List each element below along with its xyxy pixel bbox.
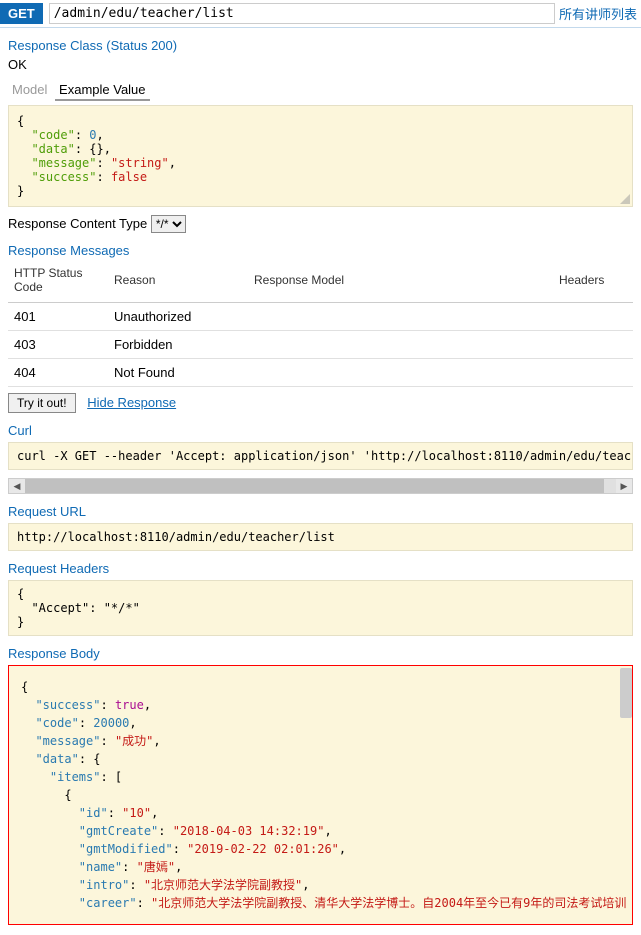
vertical-scrollbar[interactable] [620,668,632,718]
response-messages-title: Response Messages [8,243,641,258]
resize-handle-icon[interactable] [620,194,630,204]
api-summary: 所有讲师列表 [555,4,641,23]
horizontal-scrollbar[interactable]: ◀ ▶ [8,478,633,494]
curl-box[interactable]: curl -X GET --header 'Accept: applicatio… [8,442,633,470]
col-response-model: Response Model [248,262,553,303]
scroll-thumb[interactable] [25,479,604,493]
request-url-title: Request URL [8,504,641,519]
status-code: 401 [8,303,108,331]
reason-text: Unauthorized [108,303,248,331]
api-header: GET /admin/edu/teacher/list 所有讲师列表 [0,0,641,28]
table-row: 401Unauthorized [8,303,633,331]
response-body-content: { "success": true, "code": 20000, "messa… [21,678,620,912]
response-class-title: Response Class (Status 200) [8,38,641,53]
table-row: 403Forbidden [8,331,633,359]
response-body-title: Response Body [8,646,641,661]
tab-example-value[interactable]: Example Value [55,80,149,101]
hide-response-link[interactable]: Hide Response [87,395,176,410]
example-value-box[interactable]: { "code": 0, "data": {}, "message": "str… [8,105,633,207]
response-body-box[interactable]: { "success": true, "code": 20000, "messa… [8,665,633,925]
content-type-label: Response Content Type [8,216,147,231]
col-reason: Reason [108,262,248,303]
scroll-right-icon[interactable]: ▶ [616,479,632,493]
curl-title: Curl [8,423,641,438]
request-url-box[interactable]: http://localhost:8110/admin/edu/teacher/… [8,523,633,551]
table-row: 404Not Found [8,359,633,387]
response-messages-table: HTTP Status Code Reason Response Model H… [8,262,633,387]
request-headers-box[interactable]: { "Accept": "*/*" } [8,580,633,636]
reason-text: Not Found [108,359,248,387]
content-type-select[interactable]: */* [151,215,186,233]
request-headers-title: Request Headers [8,561,641,576]
http-method-badge: GET [0,3,43,24]
scroll-left-icon[interactable]: ◀ [9,479,25,493]
try-it-out-button[interactable]: Try it out! [8,393,76,413]
col-status-code: HTTP Status Code [8,262,108,303]
col-headers: Headers [553,262,633,303]
status-code: 404 [8,359,108,387]
reason-text: Forbidden [108,331,248,359]
action-row: Try it out! Hide Response [8,393,633,413]
content-type-row: Response Content Type */* [8,215,641,233]
status-text: OK [8,57,641,72]
tab-model[interactable]: Model [8,80,51,99]
status-code: 403 [8,331,108,359]
example-tabs: Model Example Value [8,80,641,101]
api-path[interactable]: /admin/edu/teacher/list [49,3,555,24]
scroll-track[interactable] [25,479,616,493]
